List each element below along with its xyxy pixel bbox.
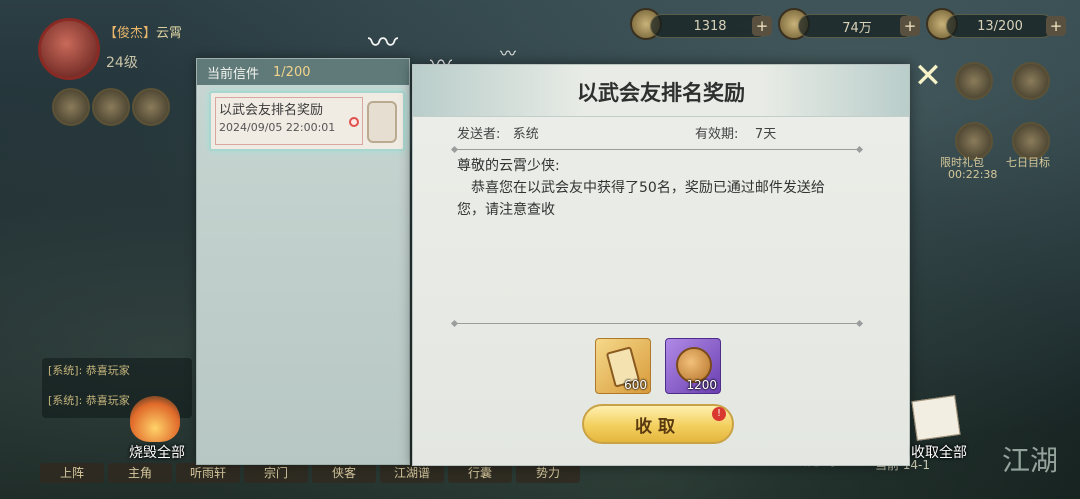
right-menu-icon-1[interactable]	[955, 62, 993, 100]
resource-2-value: 74万	[798, 14, 916, 38]
bird-decoration: 〰	[368, 26, 398, 61]
divider-top	[455, 149, 859, 150]
resource-1-add-button[interactable]: +	[752, 16, 772, 36]
player-name: 云霄	[156, 26, 183, 41]
claim-all-label: 收取全部	[911, 445, 967, 461]
claim-alert-badge: !	[712, 407, 726, 421]
menu-icon-1[interactable]	[52, 88, 90, 126]
validity-label: 有效期:	[695, 127, 739, 142]
tab-faction[interactable]: 势力	[516, 463, 580, 483]
resource-2-add-button[interactable]: +	[900, 16, 920, 36]
chat-line: [系统]: 恭喜玩家	[48, 364, 130, 377]
seven-day-goal-label: 七日目标	[1006, 156, 1050, 169]
mail-list-item[interactable]: 以武会友排名奖励 2024/09/05 22:00:01	[209, 91, 405, 151]
player-level: 24级	[106, 55, 138, 71]
fire-icon	[130, 396, 180, 442]
mail-greeting: 尊敬的云霄少侠:	[457, 158, 560, 174]
mail-item-title: 以武会友排名奖励	[219, 103, 324, 118]
bird-decoration: 〰	[500, 44, 517, 63]
destroy-all-button[interactable]: 烧毁全部	[112, 392, 202, 472]
validity-value: 7天	[754, 127, 777, 142]
validity-row: 有效期: 7天	[695, 123, 776, 142]
resource-3-add-button[interactable]: +	[1046, 16, 1066, 36]
mail-item-date: 2024/09/05 22:00:01	[219, 121, 336, 134]
mail-list-panel: 当前信件 1/200 以武会友排名奖励 2024/09/05 22:00:01	[196, 58, 410, 465]
limited-gift-timer: 00:22:38	[948, 168, 998, 181]
tab-heroes[interactable]: 侠客	[312, 463, 376, 483]
reward-count: 1200	[686, 378, 717, 392]
tab-jianghu-book[interactable]: 江湖谱	[380, 463, 444, 483]
mail-list-label: 当前信件	[207, 66, 260, 82]
letters-icon	[911, 395, 961, 441]
mail-body: 恭喜您在以武会友中获得了50名，奖励已通过邮件发送给您，请注意查收	[457, 180, 825, 218]
menu-icon-3[interactable]	[132, 88, 170, 126]
sender-value: 系统	[512, 127, 539, 142]
tab-sect[interactable]: 宗门	[244, 463, 308, 483]
sender-row: 发送者: 系统	[457, 123, 539, 142]
resource-3-value: 13/200	[946, 14, 1054, 38]
mail-list-header: 当前信件 1/200	[197, 59, 409, 85]
tab-bag[interactable]: 行囊	[448, 463, 512, 483]
jianghu-button[interactable]: 江湖	[1002, 439, 1058, 479]
unread-dot-icon	[349, 117, 359, 127]
player-avatar[interactable]	[38, 18, 100, 80]
claim-button[interactable]: 收取	[582, 404, 734, 444]
destroy-all-label: 烧毁全部	[129, 445, 185, 461]
reward-count: 600	[624, 378, 647, 392]
player-title-tag: 【俊杰】	[104, 26, 157, 41]
player-title: 【俊杰】云霄	[104, 22, 182, 41]
claim-all-button[interactable]: 收取全部	[894, 392, 984, 472]
envelope-seal-icon	[367, 101, 397, 143]
reward-item[interactable]: 1200	[665, 338, 721, 394]
mail-title: 以武会友排名奖励	[577, 81, 745, 105]
sender-label: 发送者:	[457, 127, 501, 142]
divider-bottom	[455, 323, 859, 324]
menu-icon-2[interactable]	[92, 88, 130, 126]
mail-count: 1/200	[273, 64, 311, 80]
tab-deploy[interactable]: 上阵	[40, 463, 104, 483]
right-menu-icon-2[interactable]	[1012, 62, 1050, 100]
reward-item[interactable]: 600	[595, 338, 651, 394]
close-icon[interactable]: ✕	[908, 56, 948, 96]
